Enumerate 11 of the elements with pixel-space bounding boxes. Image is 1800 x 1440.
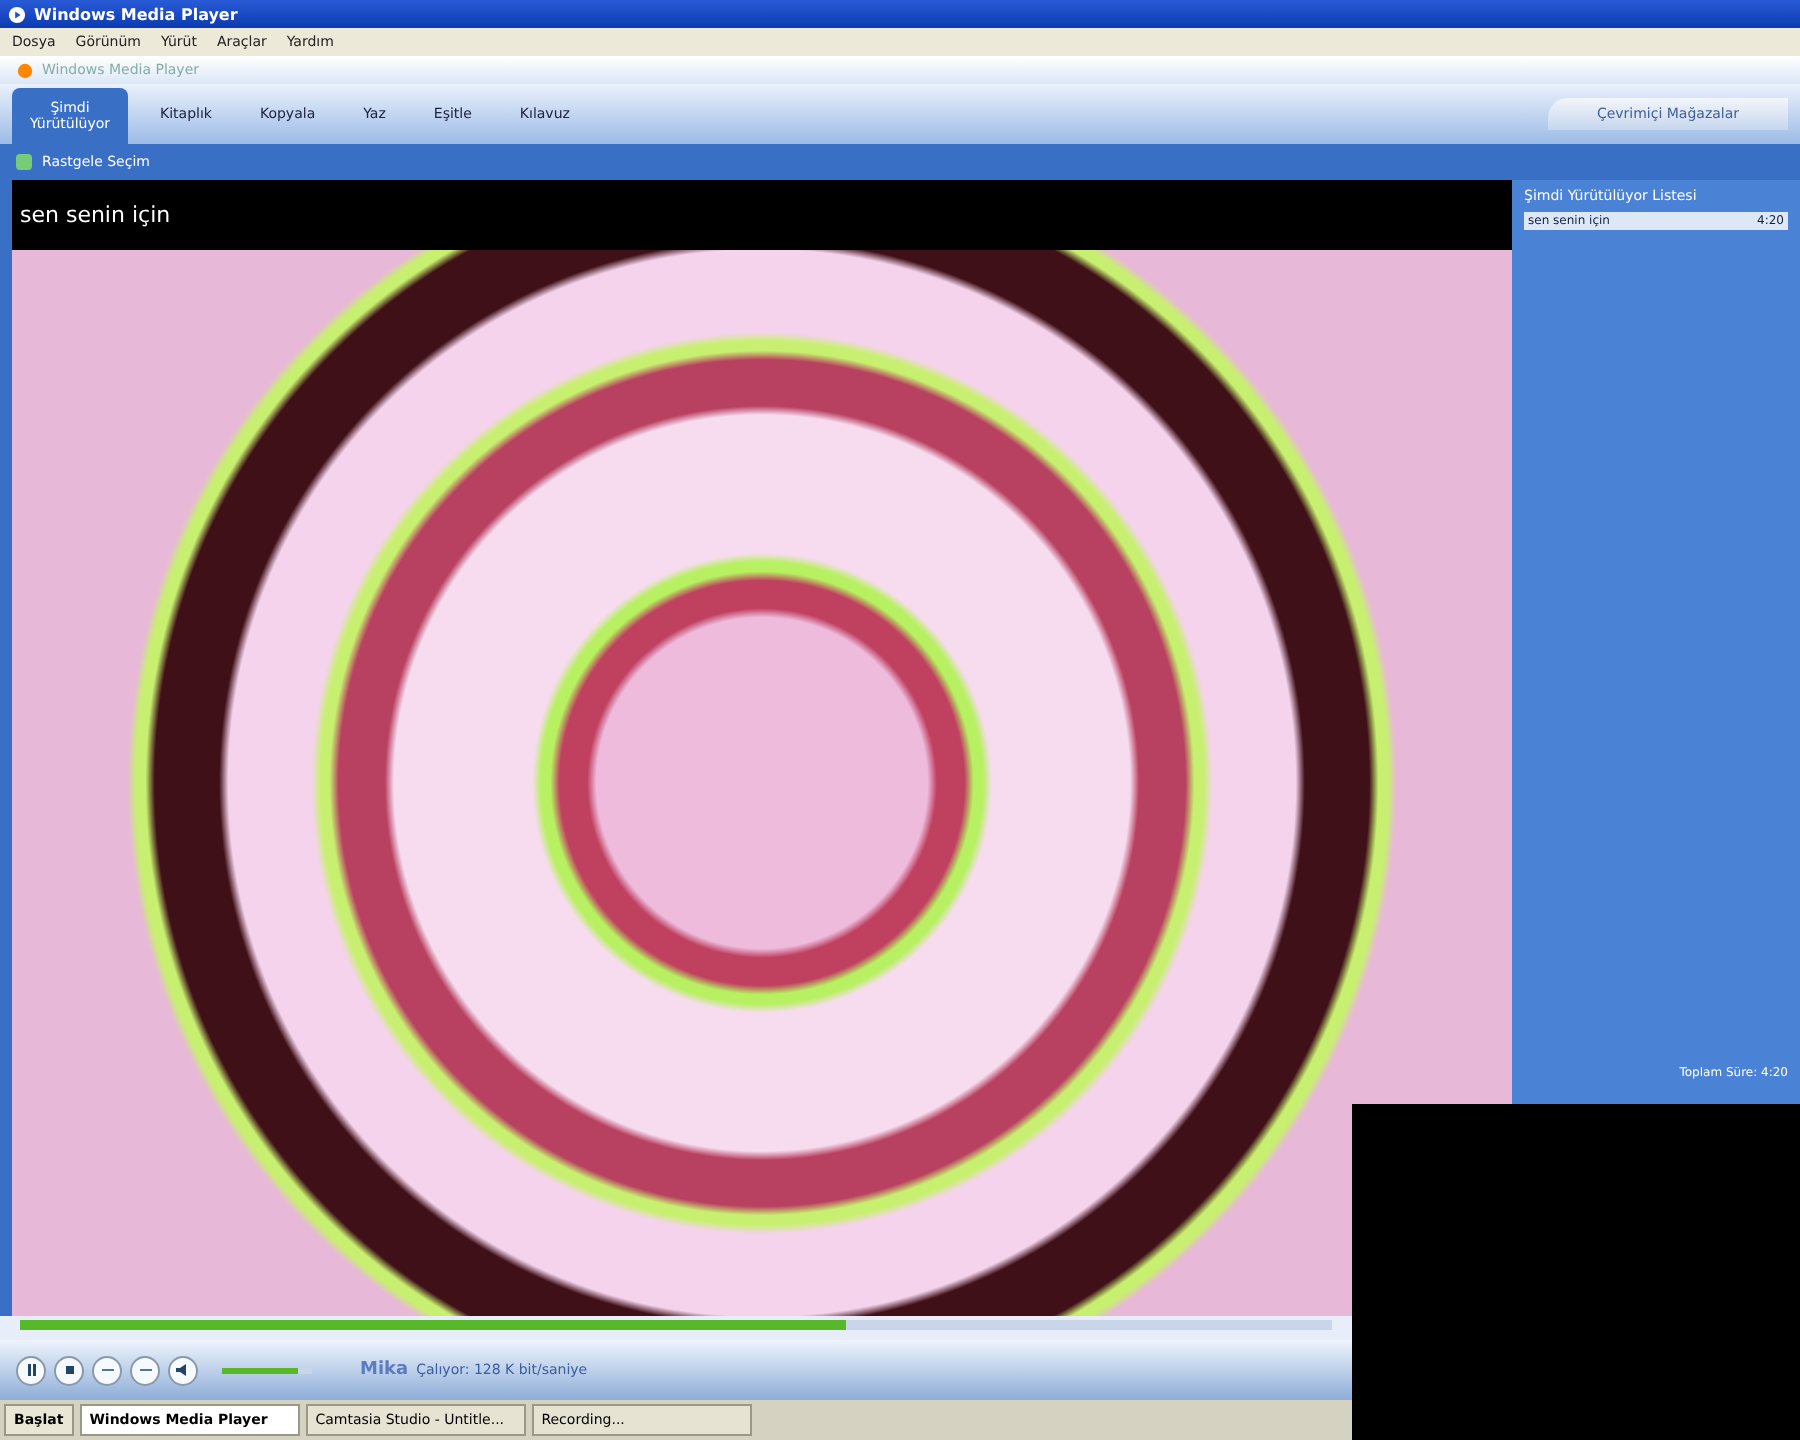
stop-button[interactable] (54, 1355, 84, 1385)
pause-button[interactable] (16, 1355, 46, 1385)
speaker-icon (176, 1364, 190, 1376)
artist-name: Mika (360, 1360, 409, 1380)
next-button[interactable] (130, 1355, 160, 1385)
previous-button[interactable] (92, 1355, 122, 1385)
mute-button[interactable] (168, 1355, 198, 1385)
stop-icon (65, 1366, 73, 1374)
pause-icon (25, 1364, 37, 1376)
video-caption: sen senin için (20, 202, 171, 228)
window-title: Windows Media Player (34, 5, 238, 23)
